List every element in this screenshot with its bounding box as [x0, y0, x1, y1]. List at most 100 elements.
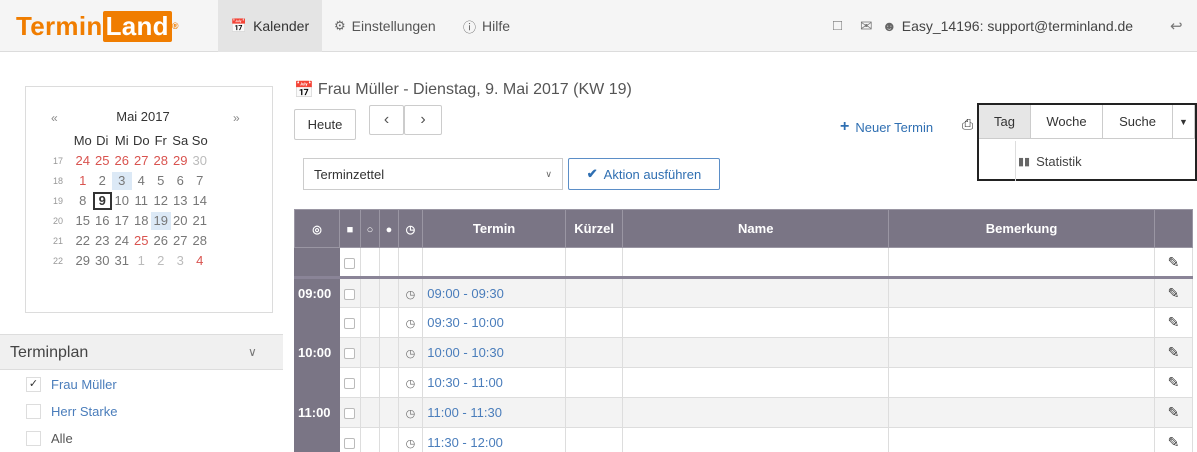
calendar-day[interactable]: 28: [190, 232, 210, 250]
edit-icon[interactable]: ✎: [1153, 337, 1194, 368]
termin-slot-link[interactable]: 09:30 - 10:00: [423, 315, 504, 330]
calendar-day[interactable]: 6: [171, 172, 191, 190]
calendar-day[interactable]: 29: [171, 152, 191, 170]
header-name[interactable]: Name: [622, 209, 890, 248]
print-icon[interactable]: ⎙: [962, 116, 973, 133]
calendar-day[interactable]: 26: [112, 152, 132, 170]
action-select[interactable]: Terminzettel ∨: [303, 158, 563, 190]
edit-icon[interactable]: ✎: [1153, 367, 1194, 398]
terminplan-item-herr-starke[interactable]: Herr Starke: [26, 402, 117, 420]
calendar-day[interactable]: 22: [73, 232, 93, 250]
calendar-day[interactable]: 23: [93, 232, 113, 250]
calendar-day[interactable]: 16: [93, 212, 113, 230]
calendar-day[interactable]: 25: [132, 232, 152, 250]
calendar-day[interactable]: 14: [190, 192, 210, 210]
row-select[interactable]: [339, 247, 361, 278]
calendar-day[interactable]: 19: [151, 212, 171, 230]
calendar-day[interactable]: 21: [190, 212, 210, 230]
select-all-header[interactable]: ■: [339, 209, 361, 248]
checkbox[interactable]: ✓: [26, 376, 41, 392]
calendar-next-month[interactable]: »: [233, 111, 240, 125]
next-day-button[interactable]: ›: [404, 105, 442, 135]
checkbox[interactable]: [26, 430, 41, 446]
edit-icon[interactable]: ✎: [1153, 397, 1194, 428]
calendar-outline-icon[interactable]: □: [833, 17, 842, 34]
row-select[interactable]: [339, 337, 361, 368]
edit-icon[interactable]: ✎: [1153, 276, 1194, 308]
nav-hilfe[interactable]: ⓘ Hilfe: [463, 0, 510, 52]
termin-slot-link[interactable]: 11:30 - 12:00: [423, 435, 503, 450]
header-termin[interactable]: Termin: [422, 209, 566, 248]
calendar-day[interactable]: 24: [112, 232, 132, 250]
calendar-day[interactable]: 18: [132, 212, 152, 230]
checkbox[interactable]: [344, 318, 356, 330]
logout-icon[interactable]: ↩: [1170, 17, 1183, 35]
new-appointment-link[interactable]: + Neuer Termin: [840, 118, 933, 136]
calendar-day[interactable]: 3: [171, 252, 191, 270]
calendar-day[interactable]: 25: [93, 152, 113, 170]
calendar-day[interactable]: 5: [151, 172, 171, 190]
checkbox[interactable]: [344, 288, 356, 300]
calendar-day[interactable]: 20: [171, 212, 191, 230]
termin-cell[interactable]: 09:00 - 09:30: [422, 276, 566, 308]
calendar-day[interactable]: 15: [73, 212, 93, 230]
edit-icon[interactable]: ✎: [1153, 307, 1194, 338]
calendar-day[interactable]: 2: [151, 252, 171, 270]
calendar-day[interactable]: 27: [171, 232, 191, 250]
calendar-day[interactable]: 29: [73, 252, 93, 270]
edit-icon[interactable]: ✎: [1153, 247, 1194, 278]
row-select[interactable]: [339, 367, 361, 398]
calendar-month-label[interactable]: Mai 2017: [108, 109, 178, 124]
calendar-day[interactable]: 3: [112, 172, 132, 190]
calendar-day[interactable]: 4: [132, 172, 152, 190]
calendar-day[interactable]: 27: [132, 152, 152, 170]
calendar-day[interactable]: 24: [73, 152, 93, 170]
calendar-day[interactable]: 31: [112, 252, 132, 270]
termin-slot-link[interactable]: 09:00 - 09:30: [423, 286, 504, 301]
header-kuerzel[interactable]: Kürzel: [564, 209, 624, 248]
nav-einstellungen[interactable]: ⚙ Einstellungen: [334, 0, 436, 52]
calendar-day[interactable]: 13: [171, 192, 191, 210]
calendar-day[interactable]: 17: [112, 212, 132, 230]
checkbox[interactable]: [344, 257, 356, 269]
prev-day-button[interactable]: ‹: [369, 105, 404, 135]
view-tag-button[interactable]: Tag: [979, 105, 1031, 139]
terminland-logo[interactable]: Termin Land ®: [16, 11, 179, 42]
termin-slot-link[interactable]: 11:00 - 11:30: [423, 405, 502, 420]
termin-slot-link[interactable]: 10:00 - 10:30: [423, 345, 504, 360]
terminplan-header[interactable]: Terminplan ∨: [0, 334, 283, 370]
calendar-day[interactable]: 1: [73, 172, 93, 190]
terminplan-item-frau-mueller[interactable]: ✓ Frau Müller: [26, 375, 117, 393]
edit-icon[interactable]: ✎: [1153, 427, 1194, 452]
today-button[interactable]: Heute: [294, 109, 356, 140]
calendar-day[interactable]: 8: [73, 192, 93, 210]
checkbox[interactable]: [344, 438, 356, 450]
row-select[interactable]: [339, 397, 361, 428]
view-suche-button[interactable]: Suche: [1103, 105, 1173, 139]
row-select[interactable]: [339, 307, 361, 338]
caret-down-icon[interactable]: ▼: [1173, 105, 1195, 139]
calendar-day[interactable]: 26: [151, 232, 171, 250]
calendar-day[interactable]: 30: [93, 252, 113, 270]
termin-slot-link[interactable]: 10:30 - 11:00: [423, 375, 503, 390]
termin-cell[interactable]: 10:00 - 10:30: [422, 337, 566, 368]
checkbox[interactable]: [344, 348, 356, 360]
calendar-day[interactable]: 10: [112, 192, 132, 210]
checkbox[interactable]: [26, 403, 41, 419]
calendar-day[interactable]: 30: [190, 152, 210, 170]
termin-cell[interactable]: 11:30 - 12:00: [422, 427, 566, 452]
calendar-day-selected[interactable]: 9: [92, 192, 112, 210]
termin-cell[interactable]: 10:30 - 11:00: [422, 367, 566, 398]
header-bemerkung[interactable]: Bemerkung: [888, 209, 1155, 248]
calendar-day[interactable]: 11: [132, 192, 152, 210]
row-select[interactable]: [339, 276, 361, 308]
view-woche-button[interactable]: Woche: [1031, 105, 1103, 139]
user-account[interactable]: ☻ Easy_14196: support@terminland.de: [882, 0, 1133, 52]
terminplan-item-alle[interactable]: Alle: [26, 429, 73, 447]
termin-cell[interactable]: 09:30 - 10:00: [422, 307, 566, 338]
calendar-day[interactable]: 7: [190, 172, 210, 190]
calendar-prev-month[interactable]: «: [51, 111, 58, 125]
checkbox[interactable]: [344, 408, 356, 420]
calendar-day[interactable]: 4: [190, 252, 210, 270]
checkbox[interactable]: [344, 378, 356, 390]
